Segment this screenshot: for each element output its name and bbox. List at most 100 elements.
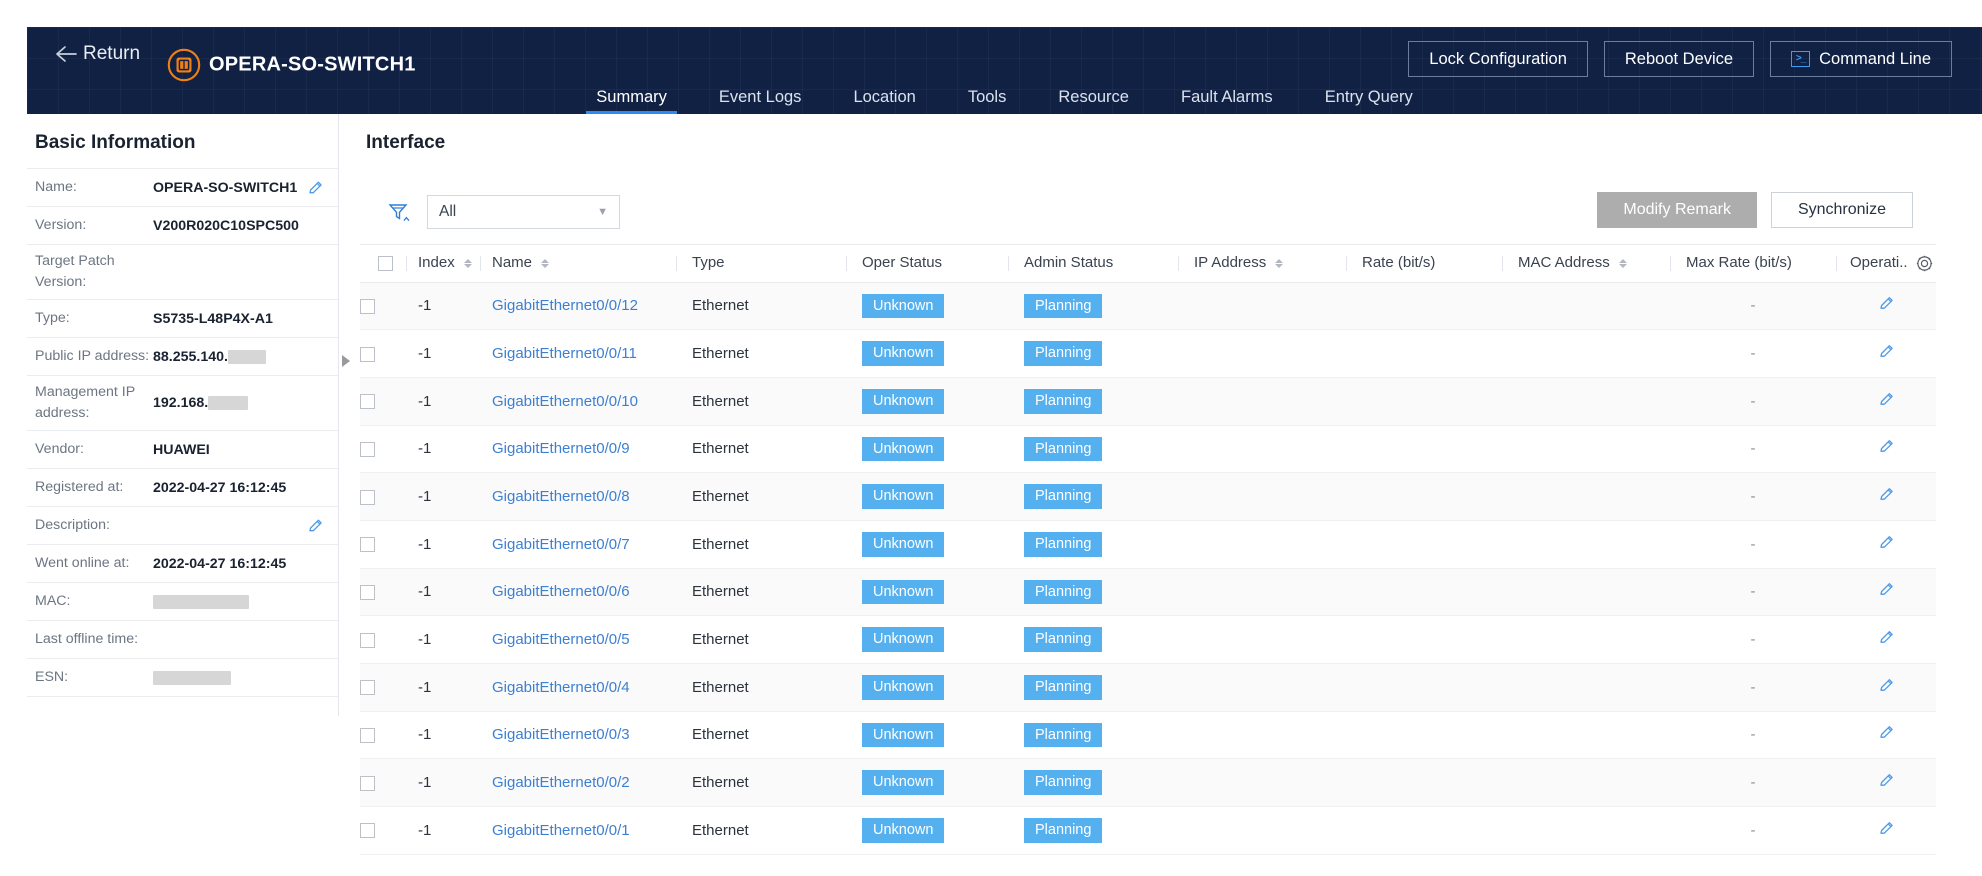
sort-mac-address-icon[interactable] xyxy=(1618,258,1627,268)
interface-name-link[interactable]: GigabitEthernet0/0/11 xyxy=(480,345,637,362)
row-checkbox[interactable] xyxy=(360,489,375,505)
table-row[interactable]: -1 GigabitEthernet0/0/5 Ethernet Unknown Pla… xyxy=(360,615,1936,664)
table-row[interactable]: -1 GigabitEthernet0/0/8 Ethernet Unknown Pla… xyxy=(360,472,1936,521)
interface-name-link[interactable]: GigabitEthernet0/0/5 xyxy=(480,631,630,648)
interface-name-link[interactable]: GigabitEthernet0/0/3 xyxy=(480,726,630,743)
row-checkbox[interactable] xyxy=(360,537,375,553)
sort-ip-address-icon[interactable] xyxy=(1275,258,1284,268)
edit-pencil-icon[interactable] xyxy=(307,179,324,196)
modify-remark-button[interactable]: Modify Remark xyxy=(1597,192,1757,228)
tab-resource[interactable]: Resource xyxy=(1032,88,1155,114)
table-row[interactable]: -1 GigabitEthernet0/0/2 Ethernet Unknown Pla… xyxy=(360,758,1936,807)
row-checkbox[interactable] xyxy=(360,823,375,839)
row-checkbox[interactable] xyxy=(360,441,375,457)
row-checkbox[interactable] xyxy=(360,298,375,314)
cell-mac-address xyxy=(1502,377,1670,426)
return-link[interactable]: Return xyxy=(55,43,140,65)
tab-tools-label: Tools xyxy=(967,88,1007,106)
interface-section: Interface All ▼ Modify Remark Synchroniz… xyxy=(360,114,1960,876)
tab-event-logs[interactable]: Event Logs xyxy=(693,88,828,114)
row-checkbox[interactable] xyxy=(360,775,375,791)
table-header-row: Index Name Type Oper Status Admin Status… xyxy=(360,244,1936,283)
cell-index: -1 xyxy=(406,472,480,521)
sort-index-icon[interactable] xyxy=(463,258,472,268)
tab-location[interactable]: Location xyxy=(827,88,941,114)
interface-name-link[interactable]: GigabitEthernet0/0/10 xyxy=(480,393,638,410)
tab-entry-query[interactable]: Entry Query xyxy=(1299,88,1439,114)
row-edit-pencil-icon[interactable] xyxy=(1878,821,1895,841)
command-line-button[interactable]: >_ Command Line xyxy=(1770,41,1952,78)
cell-operation xyxy=(1836,282,1936,331)
table-row[interactable]: -1 GigabitEthernet0/0/7 Ethernet Unknown Pla… xyxy=(360,520,1936,569)
row-edit-pencil-icon[interactable] xyxy=(1878,297,1895,316)
row-checkbox[interactable] xyxy=(360,680,375,696)
gear-icon[interactable] xyxy=(1916,255,1933,272)
table-row[interactable]: -1 GigabitEthernet0/0/9 Ethernet Unknown Pla… xyxy=(360,425,1936,474)
tab-summary[interactable]: Summary xyxy=(570,88,693,114)
info-row: ESN: xyxy=(27,659,338,697)
col-oper-status: Oper Status xyxy=(846,244,1008,283)
nav-tabs: Summary Event Logs Location Tools Resour… xyxy=(27,85,1982,114)
cell-oper-status: Unknown xyxy=(846,568,1008,617)
row-edit-pencil-icon[interactable] xyxy=(1878,345,1895,364)
cell-type: Ethernet xyxy=(676,758,846,807)
interface-filter-select[interactable]: All ▼ xyxy=(427,195,620,229)
row-edit-pencil-icon[interactable] xyxy=(1878,774,1895,793)
edit-pencil-icon[interactable] xyxy=(307,517,324,534)
interface-name-link[interactable]: GigabitEthernet0/0/2 xyxy=(480,774,630,791)
synchronize-button[interactable]: Synchronize xyxy=(1770,192,1913,228)
row-edit-pencil-icon[interactable] xyxy=(1878,440,1895,459)
table-row[interactable]: -1 GigabitEthernet0/0/4 Ethernet Unknown Pla… xyxy=(360,663,1936,712)
col-mac-address[interactable]: MAC Address xyxy=(1502,244,1670,283)
cell-index-text: -1 xyxy=(418,583,432,601)
interface-name-link[interactable]: GigabitEthernet0/0/1 xyxy=(480,822,630,839)
sidebar-collapse-handle[interactable] xyxy=(340,354,352,368)
cell-name: GigabitEthernet0/0/8 xyxy=(480,472,676,521)
cell-index: -1 xyxy=(406,711,480,760)
row-edit-pencil-icon[interactable] xyxy=(1878,488,1895,507)
interface-name-link[interactable]: GigabitEthernet0/0/4 xyxy=(480,679,630,696)
filter-icon[interactable] xyxy=(388,202,410,222)
row-checkbox[interactable] xyxy=(360,632,375,648)
interface-name-link[interactable]: GigabitEthernet0/0/9 xyxy=(480,440,630,457)
sort-name-icon[interactable] xyxy=(541,258,550,268)
row-edit-pencil-icon[interactable] xyxy=(1878,583,1895,602)
row-checkbox[interactable] xyxy=(360,584,375,600)
oper-status-badge: Unknown xyxy=(862,293,945,319)
cell-rate-text xyxy=(1346,345,1362,362)
interface-name-link[interactable]: GigabitEthernet0/0/12 xyxy=(480,297,638,314)
row-edit-pencil-icon[interactable] xyxy=(1878,535,1895,555)
row-checkbox[interactable] xyxy=(360,346,375,362)
cell-rate-text xyxy=(1346,679,1362,696)
cell-index: -1 xyxy=(406,425,480,474)
table-row[interactable]: -1 GigabitEthernet0/0/6 Ethernet Unknown Pla… xyxy=(360,568,1936,617)
cell-type: Ethernet xyxy=(676,806,846,855)
table-row[interactable]: -1 GigabitEthernet0/0/3 Ethernet Unknown Pla… xyxy=(360,711,1936,760)
row-edit-pencil-icon[interactable] xyxy=(1878,678,1895,698)
col-name[interactable]: Name xyxy=(480,244,676,283)
table-row[interactable]: -1 GigabitEthernet0/0/12 Ethernet Unknown Pl… xyxy=(360,282,1936,331)
row-checkbox[interactable] xyxy=(360,394,375,410)
table-row[interactable]: -1 GigabitEthernet0/0/1 Ethernet Unknown Pla… xyxy=(360,806,1936,855)
tab-tools[interactable]: Tools xyxy=(942,88,1033,114)
tab-fault-alarms[interactable]: Fault Alarms xyxy=(1155,88,1299,114)
row-edit-pencil-icon[interactable] xyxy=(1878,726,1895,745)
command-line-icon: >_ xyxy=(1791,51,1811,68)
cell-max-rate-text: - xyxy=(1750,392,1756,410)
row-checkbox-cell xyxy=(360,329,406,378)
table-row[interactable]: -1 GigabitEthernet0/0/10 Ethernet Unknown Pl… xyxy=(360,377,1936,426)
table-row[interactable]: -1 GigabitEthernet0/0/11 Ethernet Unknown Pl… xyxy=(360,329,1936,378)
reboot-device-button[interactable]: Reboot Device xyxy=(1603,41,1755,78)
interface-name-link[interactable]: GigabitEthernet0/0/7 xyxy=(480,536,630,553)
row-edit-pencil-icon[interactable] xyxy=(1878,631,1895,650)
col-index[interactable]: Index xyxy=(406,244,480,283)
cell-ip-address-text xyxy=(1178,774,1194,791)
row-edit-pencil-icon[interactable] xyxy=(1878,392,1895,412)
interface-name-link[interactable]: GigabitEthernet0/0/8 xyxy=(480,488,630,505)
row-checkbox[interactable] xyxy=(360,727,375,743)
lock-configuration-button[interactable]: Lock Configuration xyxy=(1408,41,1588,78)
cell-type-text: Ethernet xyxy=(692,488,749,506)
col-ip-address[interactable]: IP Address xyxy=(1178,244,1346,283)
interface-name-link[interactable]: GigabitEthernet0/0/6 xyxy=(480,583,630,600)
select-all-checkbox[interactable] xyxy=(378,255,393,271)
